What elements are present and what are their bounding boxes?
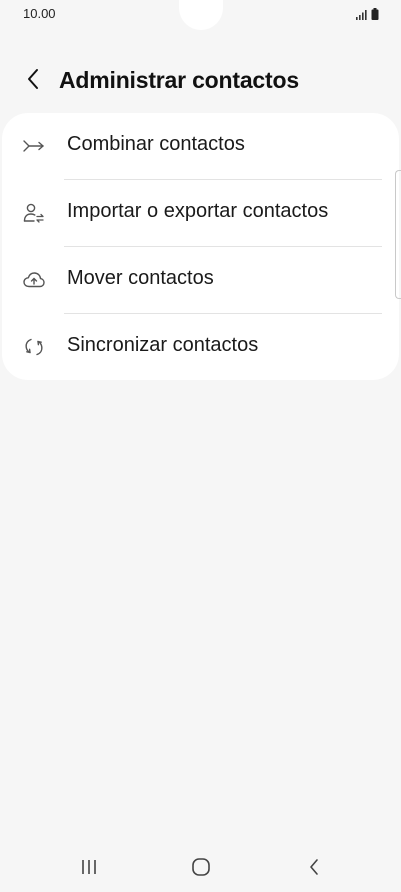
recent-apps-button[interactable] — [69, 852, 109, 882]
navigation-bar — [0, 840, 401, 892]
menu-item-sincronizar[interactable]: Sincronizar contactos — [2, 314, 399, 380]
menu-item-label: Mover contactos — [67, 267, 214, 289]
nav-back-button[interactable] — [294, 852, 334, 882]
signal-icon — [356, 10, 368, 20]
options-card: Combinar contactos Importar o exportar c… — [2, 113, 399, 380]
battery-icon — [371, 8, 379, 20]
chevron-left-icon — [26, 68, 40, 95]
status-icons — [356, 8, 379, 20]
home-button[interactable] — [181, 852, 221, 882]
menu-item-combinar[interactable]: Combinar contactos — [2, 113, 399, 179]
header: Administrar contactos — [0, 56, 401, 106]
cloud-upload-icon — [22, 268, 46, 292]
camera-notch — [179, 0, 223, 30]
person-transfer-icon — [22, 201, 46, 225]
back-icon — [308, 858, 320, 876]
page-title: Administrar contactos — [59, 67, 299, 93]
menu-item-mover[interactable]: Mover contactos — [2, 247, 399, 313]
menu-item-importar-exportar[interactable]: Importar o exportar contactos — [2, 180, 399, 246]
menu-item-label: Combinar contactos — [67, 133, 245, 155]
status-time: 10.00 — [23, 6, 56, 21]
recent-apps-icon — [80, 858, 98, 876]
sync-icon — [22, 335, 46, 359]
scroll-indicator[interactable] — [395, 170, 401, 299]
menu-item-label: Importar o exportar contactos — [67, 200, 329, 222]
home-icon — [191, 857, 211, 877]
merge-arrow-icon — [22, 134, 46, 158]
status-bar: 10.00 — [0, 0, 401, 30]
menu-item-label: Sincronizar contactos — [67, 334, 259, 356]
back-button[interactable] — [18, 66, 48, 96]
